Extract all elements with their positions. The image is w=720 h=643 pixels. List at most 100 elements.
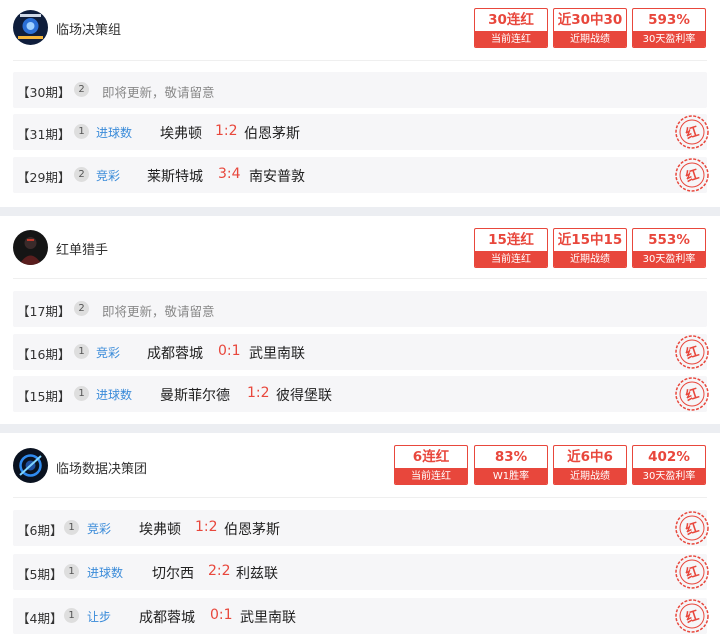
home-team: 埃弗顿 [160,126,202,142]
expert-header[interactable]: 临场数据决策团 6连红 当前连红 83% W1胜率 近6中6 近期战绩 402%… [0,433,720,493]
stat-value: 6连红 [412,449,450,465]
avatar[interactable] [13,10,48,45]
red-result-stamp-icon: 红 [674,334,710,370]
home-team: 成都蓉城 [147,346,203,362]
expert-name[interactable]: 临场数据决策团 [56,458,147,477]
pick-row[interactable]: 【6期】 1 竞彩 埃弗顿 1:2 伯恩茅斯 [13,510,707,546]
stat-label: 近期战绩 [554,251,626,267]
expert-name[interactable]: 临场决策组 [56,19,121,38]
expert-card: 临场决策组 30连红 当前连红 近30中30 近期战绩 593% 30天盈利率 … [0,0,720,207]
stat-value: 近6中6 [567,449,613,465]
away-team: 彼得堡联 [276,388,332,404]
stat-label: 30天盈利率 [633,31,705,47]
stamp-text: 红 [684,166,701,185]
stat-streak: 15连红 当前连红 [474,228,548,268]
home-team: 切尔西 [152,566,194,582]
period-label: 【15期】 [17,389,71,404]
stat-label: 近期战绩 [554,468,626,484]
away-team: 南安普敦 [249,169,305,185]
expert-card: 临场数据决策团 6连红 当前连红 83% W1胜率 近6中6 近期战绩 402%… [0,433,720,643]
home-team: 成都蓉城 [139,610,195,626]
count-badge: 1 [64,608,79,623]
divider [13,60,707,61]
match-score: 1:2 [215,123,238,139]
match-score: 0:1 [210,607,233,623]
pending-row[interactable]: 【17期】 2 即将更新，敬请留意 [13,291,707,327]
stat-label: 当前连红 [475,31,547,47]
stamp-text: 红 [684,519,701,538]
divider [13,497,707,498]
pending-row[interactable]: 【30期】 2 即将更新，敬请留意 [13,72,707,108]
period-label: 【17期】 [17,304,71,319]
stat-recent: 近15中15 近期战绩 [553,228,627,268]
count-badge: 1 [64,520,79,535]
pending-text: 即将更新，敬请留意 [102,304,215,319]
match-score: 2:2 [208,563,231,579]
stat-value: 553% [648,232,690,248]
stat-profit: 402% 30天盈利率 [632,445,706,485]
stat-profit: 553% 30天盈利率 [632,228,706,268]
avatar[interactable] [13,448,48,483]
pick-row[interactable]: 【15期】 1 进球数 曼斯菲尔德 1:2 彼得堡联 [13,376,707,412]
away-team: 伯恩茅斯 [244,126,300,142]
red-result-stamp-icon: 红 [674,157,710,193]
stat-label: W1胜率 [475,468,547,484]
play-type: 进球数 [96,126,133,140]
stat-label: 当前连红 [475,251,547,267]
away-team: 伯恩茅斯 [224,522,280,538]
pick-row[interactable]: 【16期】 1 竞彩 成都蓉城 0:1 武里南联 [13,334,707,370]
expert-name[interactable]: 红单猎手 [56,239,108,258]
home-team: 埃弗顿 [139,522,181,538]
stat-label: 30天盈利率 [633,468,705,484]
period-label: 【30期】 [17,85,71,100]
red-result-stamp-icon: 红 [674,376,710,412]
red-result-stamp-icon: 红 [674,598,710,634]
play-type: 进球数 [96,388,133,402]
pick-row[interactable]: 【31期】 1 进球数 埃弗顿 1:2 伯恩茅斯 [13,114,707,150]
count-badge: 2 [74,82,89,97]
count-badge: 2 [74,167,89,182]
period-label: 【16期】 [17,347,71,362]
stamp-text: 红 [684,385,701,404]
count-badge: 1 [64,564,79,579]
stamp-text: 红 [684,343,701,362]
expert-card: 红单猎手 15连红 当前连红 近15中15 近期战绩 553% 30天盈利率 【… [0,216,720,424]
stat-recent: 近6中6 近期战绩 [553,445,627,485]
stat-value: 近15中15 [557,232,623,248]
expert-header[interactable]: 红单猎手 15连红 当前连红 近15中15 近期战绩 553% 30天盈利率 [0,216,720,276]
expert-header[interactable]: 临场决策组 30连红 当前连红 近30中30 近期战绩 593% 30天盈利率 [0,0,720,60]
stat-value: 15连红 [488,232,534,248]
count-badge: 1 [74,124,89,139]
play-type: 让步 [87,610,112,624]
stamp-text: 红 [684,563,701,582]
period-label: 【29期】 [17,170,71,185]
period-label: 【31期】 [17,127,71,142]
stat-value: 近30中30 [557,12,623,28]
period-label: 【6期】 [17,523,63,538]
stat-value: 83% [494,449,528,465]
stat-recent: 近30中30 近期战绩 [553,8,627,48]
match-score: 1:2 [247,385,270,401]
pick-row[interactable]: 【4期】 1 让步 成都蓉城 0:1 武里南联 [13,598,707,634]
pending-text: 即将更新，敬请留意 [102,85,215,100]
avatar[interactable] [13,230,48,265]
stat-label: 近期战绩 [554,31,626,47]
pick-row[interactable]: 【29期】 2 竞彩 莱斯特城 3:4 南安普敦 [13,157,707,193]
match-score: 0:1 [218,343,241,359]
period-label: 【4期】 [17,611,63,626]
stat-value: 402% [648,449,690,465]
red-result-stamp-icon: 红 [674,510,710,546]
pick-row[interactable]: 【5期】 1 进球数 切尔西 2:2 利兹联 [13,554,707,590]
away-team: 武里南联 [240,610,296,626]
divider [13,278,707,279]
red-result-stamp-icon: 红 [674,554,710,590]
stat-label: 当前连红 [395,468,467,484]
count-badge: 2 [74,301,89,316]
count-badge: 1 [74,344,89,359]
home-team: 莱斯特城 [147,169,203,185]
stat-streak: 6连红 当前连红 [394,445,468,485]
period-label: 【5期】 [17,567,63,582]
stat-value: 593% [648,12,690,28]
play-type: 进球数 [87,566,124,580]
home-team: 曼斯菲尔德 [160,388,230,404]
